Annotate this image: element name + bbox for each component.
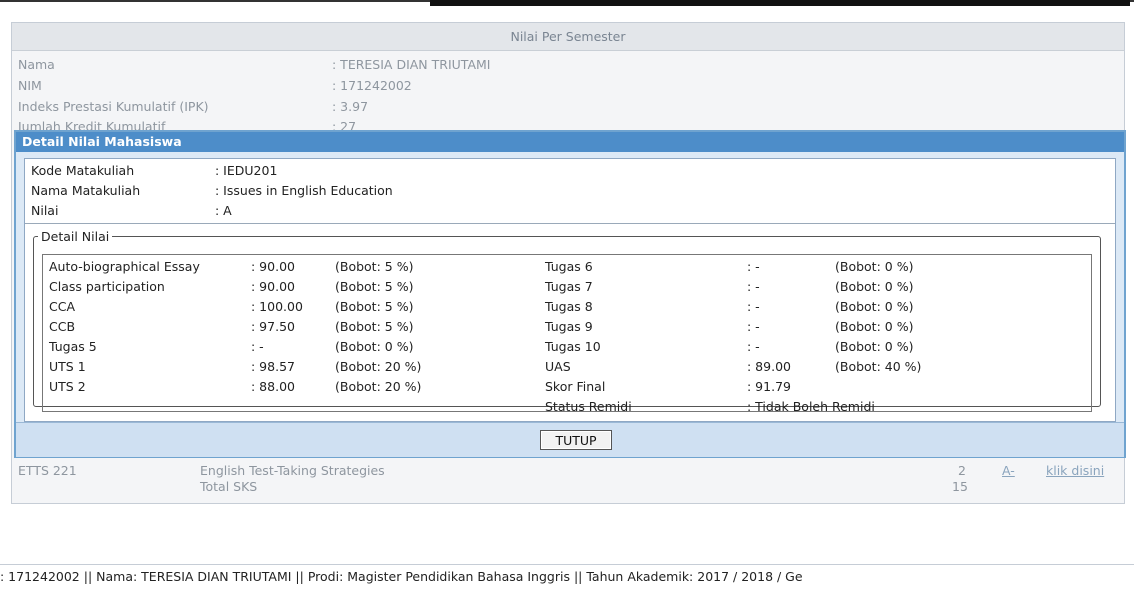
component-weight: (Bobot: 20 %)	[335, 379, 422, 394]
component-score: : 90.00	[251, 259, 295, 274]
info-value: : IEDU201	[215, 163, 278, 178]
component-weight: (Bobot: 0 %)	[835, 319, 914, 334]
info-label: Nama Matakuliah	[31, 183, 141, 198]
component-score: : 90.00	[251, 279, 295, 294]
component-score: : 100.00	[251, 299, 303, 314]
info-value: : Issues in English Education	[215, 183, 393, 198]
info-label: Nilai	[31, 203, 59, 218]
component-score: : 89.00	[747, 359, 791, 374]
component-score: : -	[747, 259, 760, 274]
close-button[interactable]: TUTUP	[540, 430, 612, 450]
component-label: Tugas 7	[545, 279, 593, 294]
detail-nilai-dialog: Detail Nilai Mahasiswa Kode Matakuliah :…	[14, 130, 1126, 458]
component-score: : Tidak Boleh Remidi	[747, 399, 875, 414]
component-label: Tugas 5	[49, 339, 97, 354]
field-label: Indeks Prestasi Kumulatif (IPK)	[18, 99, 209, 114]
info-label: Kode Matakuliah	[31, 163, 135, 178]
field-value: : 3.97	[332, 99, 369, 114]
component-label: Tugas 8	[545, 299, 593, 314]
component-weight: (Bobot: 0 %)	[835, 339, 914, 354]
component-weight: (Bobot: 5 %)	[335, 319, 414, 334]
component-label: Skor Final	[545, 379, 606, 394]
field-value: : TERESIA DIAN TRIUTAMI	[332, 57, 491, 72]
component-score: : -	[251, 339, 264, 354]
component-score: : 91.79	[747, 379, 791, 394]
component-weight: (Bobot: 0 %)	[835, 299, 914, 314]
component-label: CCA	[49, 299, 76, 314]
total-sks-value: 15	[952, 479, 968, 494]
divider	[25, 223, 1115, 224]
course-name: English Test-Taking Strategies	[200, 463, 385, 478]
component-score: : 88.00	[251, 379, 295, 394]
component-weight: (Bobot: 40 %)	[835, 359, 922, 374]
component-score: : 98.57	[251, 359, 295, 374]
course-grade: A-	[1002, 463, 1015, 478]
component-weight: (Bobot: 5 %)	[335, 279, 414, 294]
component-weight: (Bobot: 0 %)	[335, 339, 414, 354]
field-value: : 171242002	[332, 78, 412, 93]
component-label: Tugas 9	[545, 319, 593, 334]
component-score: : -	[747, 319, 760, 334]
component-weight: (Bobot: 5 %)	[335, 299, 414, 314]
component-label: Tugas 10	[545, 339, 601, 354]
component-score: : -	[747, 279, 760, 294]
course-code: ETTS 221	[18, 463, 77, 478]
component-label: UTS 2	[49, 379, 86, 394]
field-label: Nama	[18, 57, 55, 72]
detail-nilai-legend: Detail Nilai	[41, 229, 110, 244]
component-weight: (Bobot: 0 %)	[835, 259, 914, 274]
component-weight: (Bobot: 20 %)	[335, 359, 422, 374]
grade-components-table: Auto-biographical Essay : 90.00 (Bobot: …	[42, 254, 1092, 414]
panel-title: Nilai Per Semester	[12, 23, 1124, 51]
component-label: Auto-biographical Essay	[49, 259, 200, 274]
component-label: Tugas 6	[545, 259, 593, 274]
dialog-title: Detail Nilai Mahasiswa	[16, 132, 1124, 152]
detail-nilai-fieldset: Detail Nilai Auto-biographical Essay : 9…	[33, 229, 1101, 414]
dialog-body: Kode Matakuliah : IEDU201 Nama Matakulia…	[24, 158, 1116, 422]
dialog-footer: TUTUP	[16, 422, 1124, 457]
component-score: : -	[747, 339, 760, 354]
component-label: Status Remidi	[545, 399, 632, 414]
component-weight: (Bobot: 5 %)	[335, 259, 414, 274]
status-bar: : 171242002 || Nama: TERESIA DIAN TRIUTA…	[0, 564, 1134, 589]
course-sks: 2	[958, 463, 966, 478]
component-label: Class participation	[49, 279, 165, 294]
field-label: NIM	[18, 78, 42, 93]
component-weight: (Bobot: 0 %)	[835, 279, 914, 294]
component-label: UAS	[545, 359, 571, 374]
info-value: : A	[215, 203, 232, 218]
component-score: : 97.50	[251, 319, 295, 334]
window-top-bar	[430, 0, 1130, 6]
component-score: : -	[747, 299, 760, 314]
detail-link[interactable]: klik disini	[1046, 463, 1104, 478]
total-sks-label: Total SKS	[200, 479, 258, 494]
component-label: CCB	[49, 319, 76, 334]
component-label: UTS 1	[49, 359, 86, 374]
